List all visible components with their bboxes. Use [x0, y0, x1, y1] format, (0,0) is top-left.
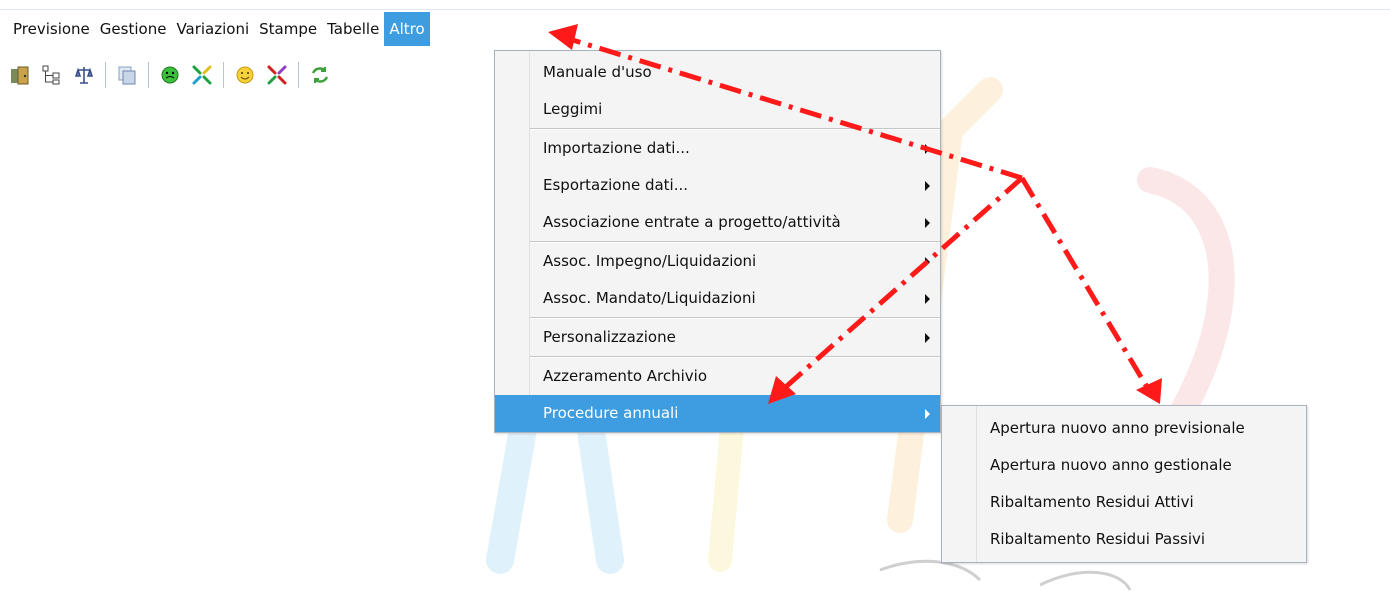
- menu-item-label: Assoc. Mandato/Liquidazioni: [543, 289, 756, 307]
- menu-item-label: Azzeramento Archivio: [543, 367, 708, 385]
- menu-gestione[interactable]: Gestione: [95, 12, 172, 46]
- altro-dropdown-menu: Manuale d'uso Leggimi Importazione dati.…: [494, 50, 941, 433]
- submenu-item-apertura-previsionale[interactable]: Apertura nuovo anno previsionale: [942, 410, 1306, 447]
- menu-item-label: Procedure annuali: [543, 404, 679, 422]
- submenu-arrow-icon: [925, 294, 930, 304]
- menu-item-label: Apertura nuovo anno gestionale: [990, 456, 1232, 474]
- menu-item-label: Esportazione dati...: [543, 176, 689, 194]
- red-arrows-out-icon[interactable]: [265, 63, 289, 87]
- exit-door-icon[interactable]: [8, 63, 32, 87]
- green-face-icon[interactable]: [158, 63, 182, 87]
- menu-item-label: Associazione entrate a progetto/attività: [543, 213, 841, 231]
- submenu-item-apertura-gestionale[interactable]: Apertura nuovo anno gestionale: [942, 447, 1306, 484]
- smiley-face-icon[interactable]: [233, 63, 257, 87]
- menu-item-associazione-entrate[interactable]: Associazione entrate a progetto/attività: [495, 204, 940, 241]
- toolbar-separator: [223, 62, 224, 88]
- menu-item-label: Ribaltamento Residui Passivi: [990, 530, 1206, 548]
- submenu-arrow-icon: [925, 181, 930, 191]
- menu-item-label: Apertura nuovo anno previsionale: [990, 419, 1245, 437]
- menu-item-esportazione-dati[interactable]: Esportazione dati...: [495, 167, 940, 204]
- submenu-arrow-icon: [925, 144, 930, 154]
- menu-item-label: Leggimi: [543, 100, 603, 118]
- toolbar-separator: [148, 62, 149, 88]
- tree-structure-icon[interactable]: [40, 63, 64, 87]
- menu-tabelle[interactable]: Tabelle: [322, 12, 384, 46]
- refresh-icon[interactable]: [308, 63, 332, 87]
- procedure-annuali-submenu: Apertura nuovo anno previsionale Apertur…: [941, 405, 1307, 563]
- menu-item-assoc-mandato[interactable]: Assoc. Mandato/Liquidazioni: [495, 280, 940, 317]
- menu-item-label: Manuale d'uso: [543, 63, 652, 81]
- menu-stampe[interactable]: Stampe: [254, 12, 322, 46]
- menu-previsione[interactable]: Previsione: [8, 12, 95, 46]
- menu-item-personalizzazione[interactable]: Personalizzazione: [495, 319, 940, 356]
- submenu-item-residui-passivi[interactable]: Ribaltamento Residui Passivi: [942, 521, 1306, 558]
- menu-item-importazione-dati[interactable]: Importazione dati...: [495, 130, 940, 167]
- menu-item-procedure-annuali[interactable]: Procedure annuali: [495, 395, 940, 432]
- submenu-arrow-icon: [925, 257, 930, 267]
- menu-item-label: Importazione dati...: [543, 139, 690, 157]
- copy-pages-icon[interactable]: [115, 63, 139, 87]
- toolbar-separator: [298, 62, 299, 88]
- menu-item-leggimi[interactable]: Leggimi: [495, 91, 940, 128]
- menu-variazioni[interactable]: Variazioni: [171, 12, 254, 46]
- menu-item-azzeramento-archivio[interactable]: Azzeramento Archivio: [495, 358, 940, 395]
- green-arrows-in-icon[interactable]: [190, 63, 214, 87]
- menubar: Previsione Gestione Variazioni Stampe Ta…: [0, 9, 1390, 46]
- menu-item-label: Personalizzazione: [543, 328, 676, 346]
- arrowhead-icon: [1136, 378, 1162, 404]
- menu-altro[interactable]: Altro: [384, 12, 430, 46]
- annotation-arrow-to-submenu: [1019, 176, 1153, 394]
- toolbar: [8, 58, 332, 92]
- menu-item-label: Ribaltamento Residui Attivi: [990, 493, 1194, 511]
- toolbar-separator: [105, 62, 106, 88]
- submenu-item-residui-attivi[interactable]: Ribaltamento Residui Attivi: [942, 484, 1306, 521]
- menu-item-label: Assoc. Impegno/Liquidazioni: [543, 252, 757, 270]
- submenu-arrow-icon: [925, 218, 930, 228]
- menu-item-manuale-uso[interactable]: Manuale d'uso: [495, 54, 940, 91]
- menu-item-assoc-impegno[interactable]: Assoc. Impegno/Liquidazioni: [495, 243, 940, 280]
- balance-scale-icon[interactable]: [72, 63, 96, 87]
- submenu-arrow-icon: [925, 409, 930, 419]
- submenu-arrow-icon: [925, 333, 930, 343]
